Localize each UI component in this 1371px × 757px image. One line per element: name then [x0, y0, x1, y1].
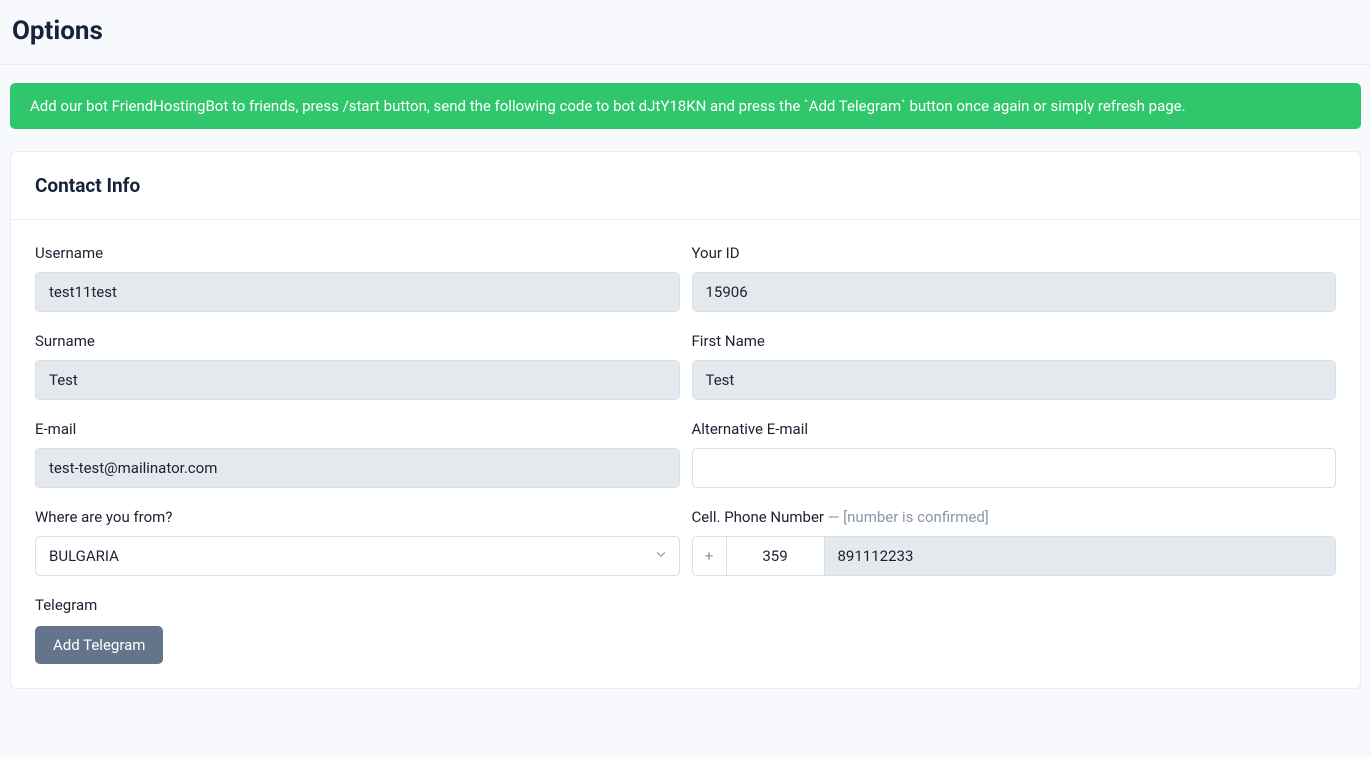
page-header: Options	[0, 0, 1371, 65]
phone-plus-prefix: +	[693, 537, 727, 575]
alt-email-label: Alternative E-mail	[692, 420, 1337, 438]
username-input	[35, 272, 680, 312]
card-header: Contact Info	[11, 152, 1360, 220]
page-title: Options	[12, 16, 1359, 46]
content-area: Add our bot FriendHostingBot to friends,…	[0, 65, 1371, 699]
alert-message: Add our bot FriendHostingBot to friends,…	[30, 97, 1186, 115]
country-label: Where are you from?	[35, 508, 680, 526]
card-title: Contact Info	[35, 174, 1336, 197]
email-input	[35, 448, 680, 488]
surname-label: Surname	[35, 332, 680, 350]
phone-country-code-input[interactable]	[727, 537, 825, 575]
phone-label: Cell. Phone Number — [number is confirme…	[692, 508, 1337, 526]
contact-info-card: Contact Info Username Your ID Surname	[10, 151, 1361, 689]
telegram-label: Telegram	[35, 596, 1336, 614]
username-label: Username	[35, 244, 680, 262]
email-label: E-mail	[35, 420, 680, 438]
country-select[interactable]	[35, 536, 680, 576]
phone-group: +	[692, 536, 1337, 576]
first-name-label: First Name	[692, 332, 1337, 350]
info-alert: Add our bot FriendHostingBot to friends,…	[10, 83, 1361, 129]
surname-input	[35, 360, 680, 400]
your-id-input	[692, 272, 1337, 312]
your-id-label: Your ID	[692, 244, 1337, 262]
alt-email-input[interactable]	[692, 448, 1337, 488]
first-name-input	[692, 360, 1337, 400]
phone-number-input	[825, 537, 1336, 575]
add-telegram-button[interactable]: Add Telegram	[35, 626, 163, 664]
card-body: Username Your ID Surname First Name	[11, 220, 1360, 688]
